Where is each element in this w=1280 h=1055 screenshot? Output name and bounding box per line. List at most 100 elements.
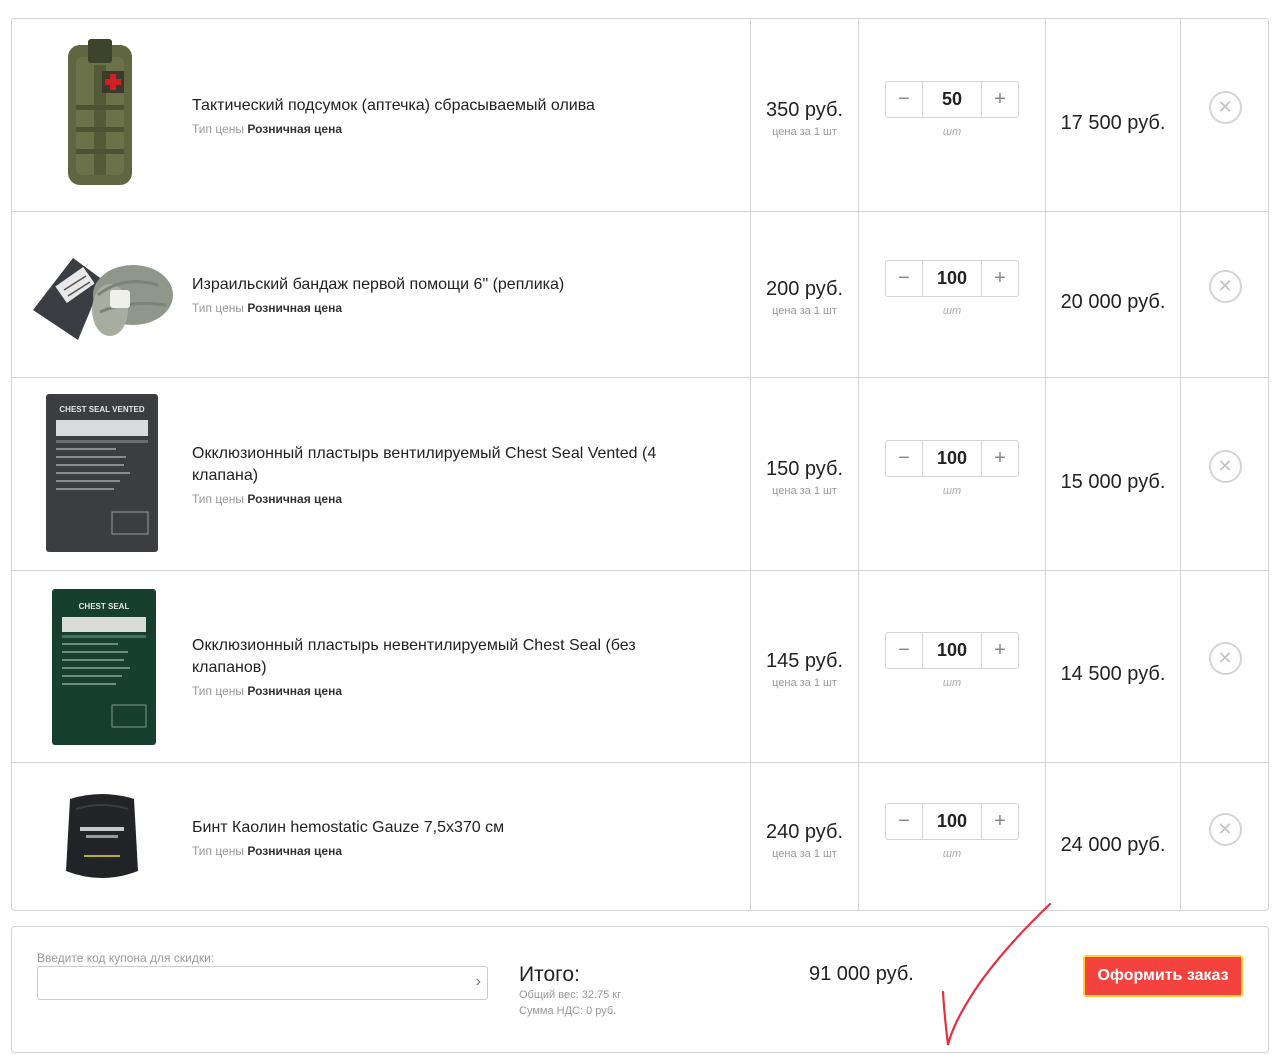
- unit-price: 200 руб.: [765, 278, 844, 300]
- checkout-button[interactable]: Оформить заказ: [1083, 955, 1243, 997]
- unit-label: шт: [942, 677, 962, 689]
- table-row: Тактический подсумок (аптечка) сбрасывае…: [12, 19, 1268, 212]
- product-info: Израильский бандаж первой помощи 6" (реп…: [187, 212, 750, 377]
- close-icon: ✕: [1217, 276, 1233, 296]
- close-icon: ✕: [1217, 648, 1233, 668]
- cart-table: Тактический подсумок (аптечка) сбрасывае…: [11, 18, 1269, 911]
- unit-price-cell: 145 руб. цена за 1 шт: [750, 571, 858, 762]
- product-info: Бинт Каолин hemostatic Gauze 7,5х370 см …: [187, 763, 750, 910]
- unit-price: 145 руб.: [765, 650, 844, 672]
- quantity-input[interactable]: 100: [922, 440, 982, 476]
- delete-cell: ✕: [1180, 763, 1268, 910]
- close-icon: ✕: [1217, 818, 1233, 839]
- product-image-cell[interactable]: [12, 19, 187, 211]
- increase-button[interactable]: +: [982, 441, 1018, 476]
- quantity-cell: − 100 + шт: [858, 378, 1045, 570]
- line-total: 20 000 руб.: [1060, 291, 1166, 313]
- product-info: Окклюзионный пластырь невентилируемый Ch…: [187, 571, 750, 762]
- product-name[interactable]: Бинт Каолин hemostatic Gauze 7,5х370 см: [192, 817, 750, 839]
- delete-cell: ✕: [1180, 571, 1268, 762]
- unit-label: шт: [942, 847, 962, 860]
- price-type: Тип цены Розничная цена: [192, 301, 750, 315]
- quantity-cell: − 100 + шт: [858, 571, 1045, 762]
- price-per-label: цена за 1 шт: [772, 847, 837, 860]
- quantity-stepper: − 100 +: [885, 632, 1019, 669]
- quantity-stepper: − 50 +: [885, 80, 1019, 118]
- chest-seal-vented-pack-icon[interactable]: CHEST SEAL VENTED: [42, 392, 162, 554]
- line-total-cell: 17 500 руб.: [1045, 19, 1180, 211]
- delete-cell: ✕: [1180, 378, 1268, 570]
- product-name[interactable]: Израильский бандаж первой помощи 6" (реп…: [192, 274, 750, 296]
- price-type-value: Розничная цена: [247, 684, 343, 698]
- remove-item-button[interactable]: ✕: [1208, 270, 1242, 303]
- decrease-button[interactable]: −: [886, 261, 922, 296]
- line-total-cell: 24 000 руб.: [1045, 763, 1180, 910]
- price-type: Тип цены Розничная цена: [192, 684, 750, 698]
- product-image-cell[interactable]: [12, 763, 187, 910]
- quantity-input[interactable]: 100: [922, 261, 982, 296]
- product-image-cell[interactable]: CHEST SEAL: [12, 571, 187, 762]
- delete-cell: ✕: [1180, 19, 1268, 211]
- pack-label: CHEST SEAL VENTED: [59, 405, 144, 414]
- order-total: 91 000 руб.: [809, 963, 914, 985]
- product-image-cell[interactable]: CHEST SEAL VENTED: [12, 378, 187, 570]
- decrease-button[interactable]: −: [886, 82, 922, 117]
- quantity-stepper: − 100 +: [885, 260, 1019, 297]
- line-total-cell: 15 000 руб.: [1045, 378, 1180, 570]
- price-type-value: Розничная цена: [247, 301, 343, 315]
- increase-button[interactable]: +: [982, 804, 1018, 839]
- remove-item-button[interactable]: ✕: [1208, 449, 1242, 483]
- price-per-label: цена за 1 шт: [772, 125, 837, 138]
- table-row: CHEST SEAL Окклюзионный пластырь невенти…: [12, 571, 1268, 763]
- remove-item-button[interactable]: ✕: [1208, 642, 1242, 675]
- table-row: CHEST SEAL VENTED Окклюзионный пластырь …: [12, 378, 1268, 571]
- line-total: 14 500 руб.: [1060, 663, 1166, 685]
- unit-price: 350 руб.: [765, 98, 844, 121]
- quantity-input[interactable]: 100: [922, 803, 982, 839]
- line-total: 17 500 руб.: [1060, 111, 1166, 134]
- decrease-button[interactable]: −: [886, 441, 922, 476]
- quantity-input[interactable]: 100: [922, 633, 982, 668]
- price-type-label: Тип цены: [192, 121, 245, 136]
- product-name[interactable]: Окклюзионный пластырь невентилируемый Ch…: [192, 635, 672, 679]
- quantity-cell: − 100 + шт: [858, 212, 1045, 377]
- coupon-input[interactable]: ›: [37, 966, 488, 1000]
- hemostatic-gauze-pack-icon[interactable]: [62, 789, 142, 885]
- chest-seal-pack-icon[interactable]: CHEST SEAL: [48, 587, 160, 747]
- price-type-value: Розничная цена: [247, 491, 343, 506]
- chevron-right-icon[interactable]: ›: [476, 973, 481, 991]
- unit-price-cell: 240 руб. цена за 1 шт: [750, 763, 858, 910]
- product-name[interactable]: Окклюзионный пластырь вентилируемый Ches…: [192, 443, 682, 487]
- remove-item-button[interactable]: ✕: [1208, 90, 1242, 124]
- product-name[interactable]: Тактический подсумок (аптечка) сбрасывае…: [192, 95, 750, 117]
- increase-button[interactable]: +: [982, 82, 1018, 117]
- order-summary: Введите код купона для скидки: › Итого: …: [11, 926, 1269, 1053]
- price-type: Тип цены Розничная цена: [192, 122, 750, 136]
- increase-button[interactable]: +: [982, 633, 1018, 668]
- table-row: Израильский бандаж первой помощи 6" (реп…: [12, 212, 1268, 378]
- product-image-cell[interactable]: [12, 212, 187, 377]
- decrease-button[interactable]: −: [886, 633, 922, 668]
- remove-item-button[interactable]: ✕: [1208, 812, 1242, 846]
- unit-label: шт: [942, 305, 962, 317]
- israeli-bandage-icon[interactable]: [28, 240, 178, 350]
- price-type-label: Тип цены: [192, 301, 245, 315]
- decrease-button[interactable]: −: [886, 804, 922, 839]
- quantity-cell: − 100 + шт: [858, 763, 1045, 910]
- quantity-cell: − 50 + шт: [858, 19, 1045, 211]
- unit-price: 150 руб.: [765, 457, 844, 480]
- line-total-cell: 14 500 руб.: [1045, 571, 1180, 762]
- price-per-label: цена за 1 шт: [772, 484, 837, 497]
- unit-label: шт: [942, 125, 962, 138]
- quantity-input[interactable]: 50: [922, 81, 982, 117]
- quantity-stepper: − 100 +: [885, 802, 1019, 840]
- olive-medical-pouch-icon[interactable]: [50, 35, 150, 195]
- price-type-label: Тип цены: [192, 843, 245, 858]
- price-per-label: цена за 1 шт: [772, 305, 837, 317]
- product-info: Тактический подсумок (аптечка) сбрасывае…: [187, 19, 750, 211]
- increase-button[interactable]: +: [982, 261, 1018, 296]
- total-weight: Общий вес: 32.75 кг: [519, 989, 622, 1001]
- unit-price-cell: 350 руб. цена за 1 шт: [750, 19, 858, 211]
- close-icon: ✕: [1217, 96, 1233, 117]
- total-title: Итого:: [519, 963, 580, 986]
